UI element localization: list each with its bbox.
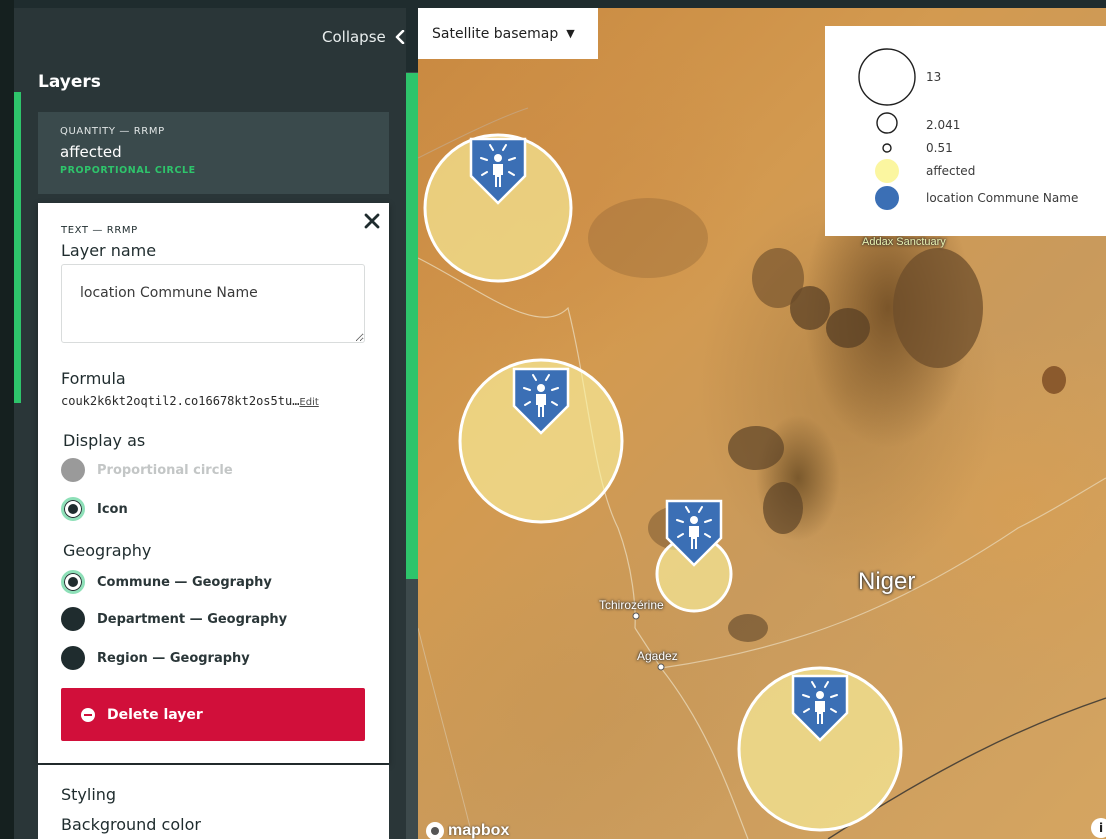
- legend-circle-small: [882, 143, 892, 153]
- display-as-title: Display as: [63, 431, 146, 450]
- collapse-button[interactable]: Collapse: [322, 28, 405, 46]
- legend-circle-large: [858, 48, 916, 106]
- formula-edit-link[interactable]: Edit: [299, 397, 318, 408]
- legend-label-location: location Commune Name: [926, 191, 1079, 205]
- layer-name-input[interactable]: location Commune Name: [61, 264, 365, 343]
- sidebar-accent-bar: [14, 92, 21, 403]
- legend-swatch-affected: [875, 159, 899, 183]
- mapbox-text: mapbox: [448, 822, 510, 839]
- layer-edit-panel: TEXT — RRMP Layer name location Commune …: [38, 203, 389, 763]
- formula-value: couk2k6kt2oqtil2.co16678kt2os5tu…: [61, 394, 300, 408]
- map-label-park: Addax Sanctuary: [862, 236, 946, 248]
- map-label-town: Agadez: [637, 649, 678, 663]
- radio-proportional-circle: Proportional circle: [61, 458, 233, 482]
- radio-label: Commune — Geography: [97, 574, 272, 590]
- sidebar-scrollbar-thumb[interactable]: [406, 73, 418, 579]
- delete-layer-label: Delete layer: [107, 706, 203, 723]
- close-icon[interactable]: [362, 211, 382, 231]
- legend-label-max: 13: [926, 70, 942, 84]
- radio-button[interactable]: [61, 570, 85, 594]
- legend-swatch-location: [875, 186, 899, 210]
- mapbox-logo-icon: [426, 822, 444, 839]
- radio-button[interactable]: [61, 497, 85, 521]
- radio-department[interactable]: Department — Geography: [61, 607, 287, 631]
- geography-title: Geography: [63, 541, 152, 560]
- map-label-country: Niger: [858, 568, 916, 595]
- map-legend: 13 2.041 0.51 affected location Commune …: [825, 26, 1106, 236]
- formula-label: Formula: [61, 369, 126, 388]
- app-edge: [0, 0, 14, 839]
- collapse-label: Collapse: [322, 28, 386, 46]
- legend-circle-medium: [876, 112, 898, 134]
- legend-label-affected: affected: [926, 164, 976, 178]
- radio-label: Proportional circle: [97, 462, 233, 478]
- radio-button[interactable]: [61, 646, 85, 670]
- styling-title: Styling: [61, 785, 117, 804]
- layer-card-kicker: QUANTITY — RRMP: [60, 126, 165, 137]
- formula-row: couk2k6kt2oqtil2.co16678kt2os5tu…Edit: [61, 394, 367, 408]
- layer-name-label: Layer name: [61, 241, 157, 260]
- delete-layer-button[interactable]: Delete layer: [61, 688, 365, 741]
- basemap-label: Satellite basemap: [432, 25, 559, 42]
- radio-button: [61, 458, 85, 482]
- layer-card-affected[interactable]: QUANTITY — RRMP affected PROPORTIONAL CI…: [38, 112, 389, 194]
- styling-panel: Styling Background color: [38, 765, 389, 839]
- background-color-label: Background color: [61, 815, 201, 834]
- radio-commune[interactable]: Commune — Geography: [61, 570, 272, 594]
- layer-card-name: affected: [60, 143, 122, 161]
- minus-circle-icon: [81, 707, 95, 722]
- radio-label: Region — Geography: [97, 650, 250, 666]
- chevron-left-icon: [395, 30, 405, 44]
- radio-label: Icon: [97, 501, 128, 517]
- layer-kicker: TEXT — RRMP: [61, 225, 138, 236]
- radio-label: Department — Geography: [97, 611, 288, 627]
- basemap-dropdown[interactable]: Satellite basemap ▼: [418, 8, 598, 59]
- layer-card-type: PROPORTIONAL CIRCLE: [60, 165, 196, 176]
- radio-button[interactable]: [61, 607, 85, 631]
- radio-icon[interactable]: Icon: [61, 497, 128, 521]
- info-icon[interactable]: i: [1091, 818, 1106, 838]
- map-label-town: Tchirozérine: [599, 598, 664, 612]
- caret-down-icon: ▼: [566, 27, 575, 40]
- mapbox-attribution[interactable]: mapbox: [426, 822, 509, 839]
- legend-label-min: 0.51: [926, 141, 953, 155]
- radio-region[interactable]: Region — Geography: [61, 646, 250, 670]
- legend-label-mid: 2.041: [926, 118, 961, 132]
- layers-title: Layers: [38, 72, 101, 92]
